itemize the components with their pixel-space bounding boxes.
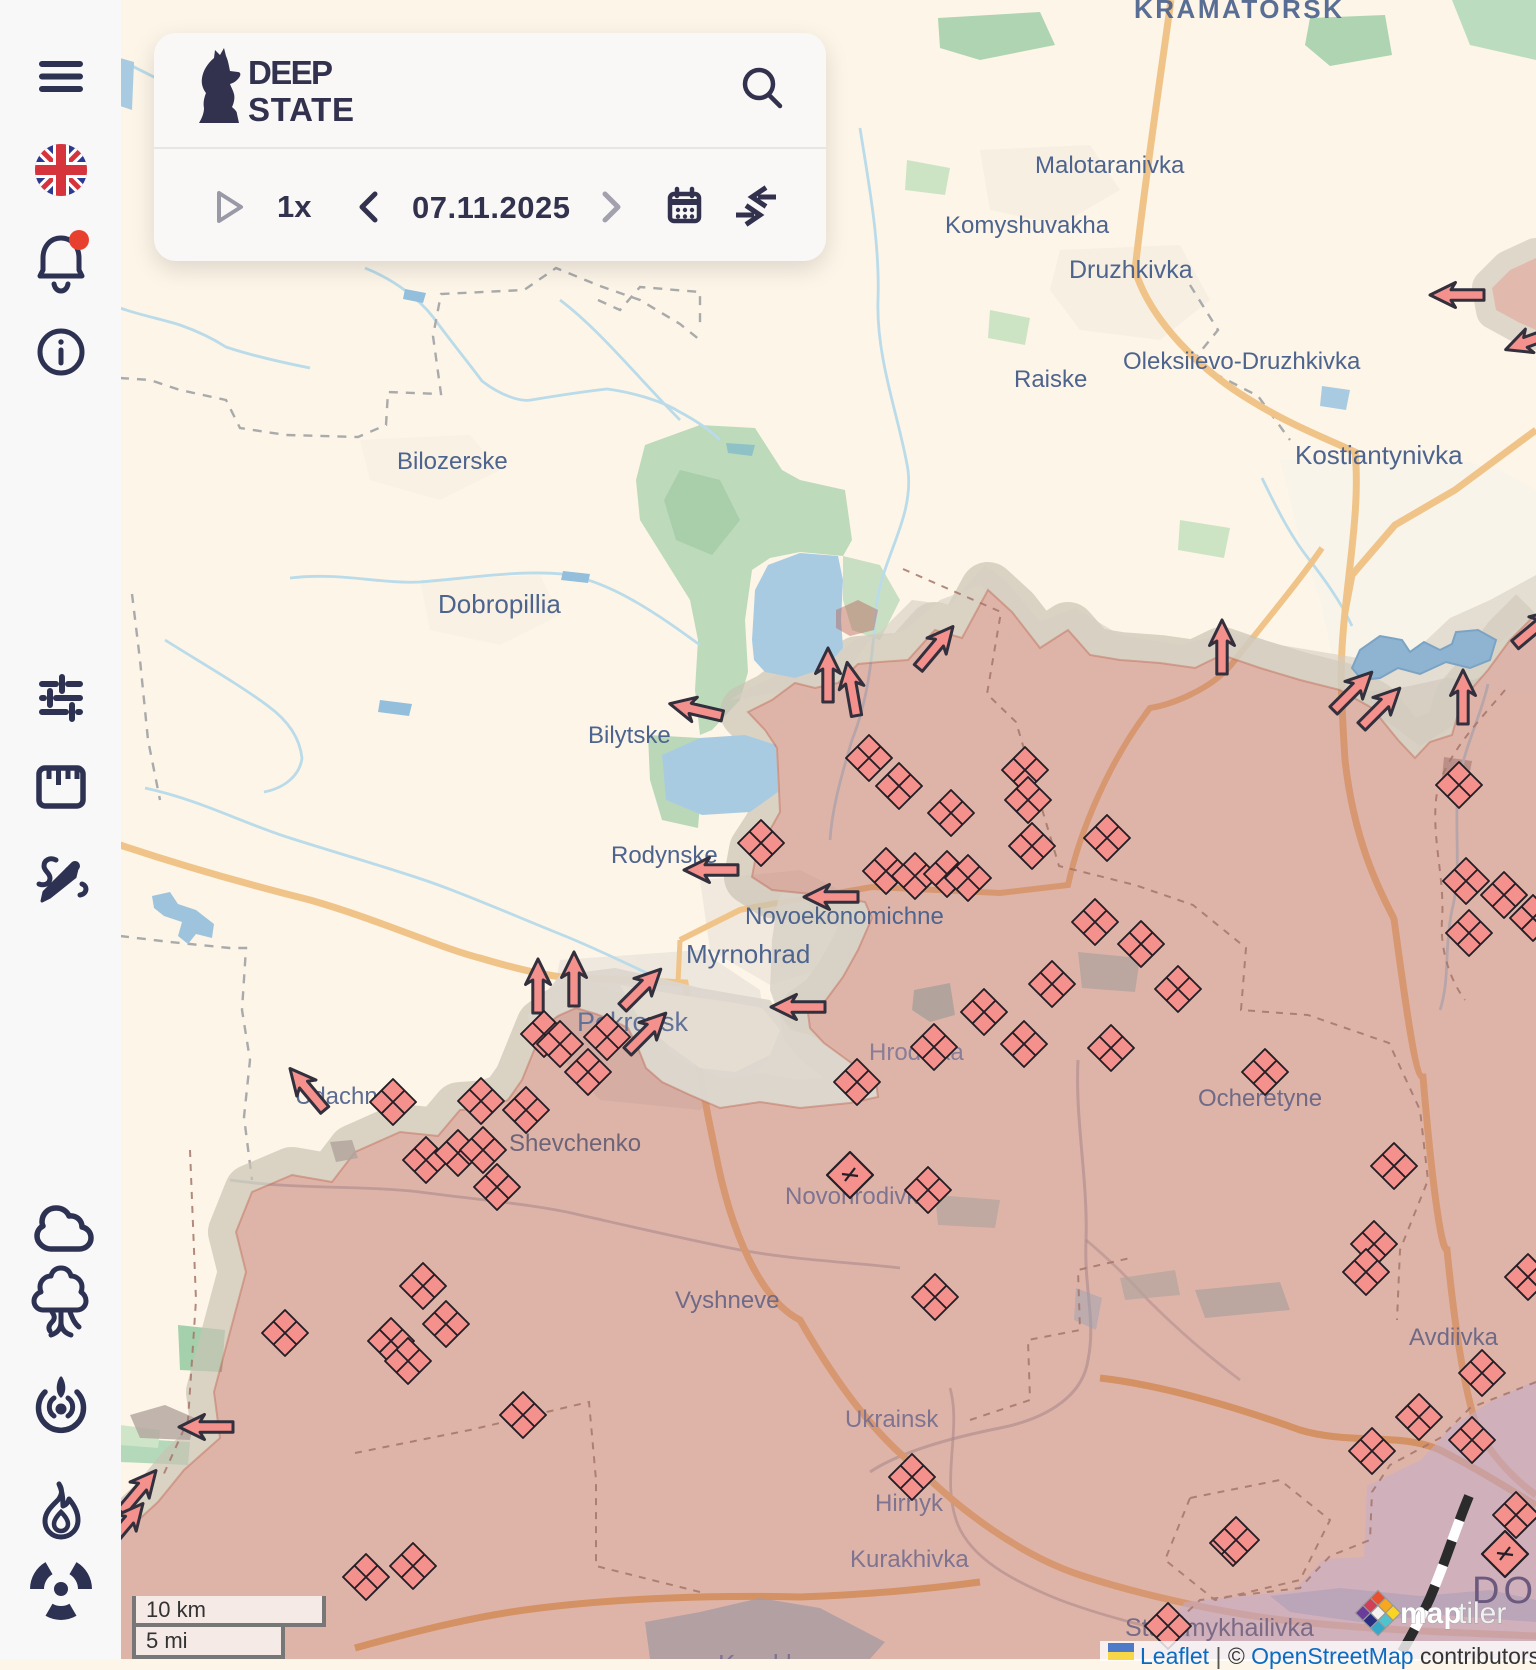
svg-text:KRAMATORSK: KRAMATORSK — [1134, 0, 1344, 24]
svg-text:Bilozerske: Bilozerske — [397, 448, 508, 475]
svg-text:STATE: STATE — [248, 91, 354, 128]
svg-text:Kostiantynivka: Kostiantynivka — [1295, 440, 1463, 470]
svg-text:Shevchenko: Shevchenko — [509, 1130, 641, 1157]
svg-text:Komyshuvakha: Komyshuvakha — [945, 212, 1110, 239]
svg-text:Avdiivka: Avdiivka — [1409, 1324, 1499, 1351]
svg-text:Oleksiievo-Druzhkivka: Oleksiievo-Druzhkivka — [1123, 348, 1361, 375]
svg-text:1x: 1x — [277, 189, 312, 224]
svg-text:Myrnohrad: Myrnohrad — [686, 939, 810, 969]
svg-text:Novoekonomichne: Novoekonomichne — [745, 903, 944, 930]
svg-text:Kurakhivka: Kurakhivka — [850, 1546, 969, 1573]
svg-text:07.11.2025: 07.11.2025 — [412, 190, 570, 225]
svg-text:map: map — [1400, 1597, 1462, 1630]
svg-text:DEEP: DEEP — [248, 54, 333, 91]
svg-text:Malotaranivka: Malotaranivka — [1035, 152, 1185, 179]
svg-text:Vyshneve: Vyshneve — [675, 1287, 780, 1314]
svg-text:Dobropillia: Dobropillia — [438, 589, 561, 619]
svg-text:Druzhkivka: Druzhkivka — [1069, 256, 1193, 284]
svg-text:tiler: tiler — [1458, 1597, 1506, 1630]
svg-text:Ukrainsk: Ukrainsk — [845, 1406, 939, 1433]
svg-text:Bilytske: Bilytske — [588, 722, 671, 749]
svg-text:Raiske: Raiske — [1014, 366, 1087, 393]
svg-text:Kurakhove: Kurakhove — [718, 1649, 842, 1659]
